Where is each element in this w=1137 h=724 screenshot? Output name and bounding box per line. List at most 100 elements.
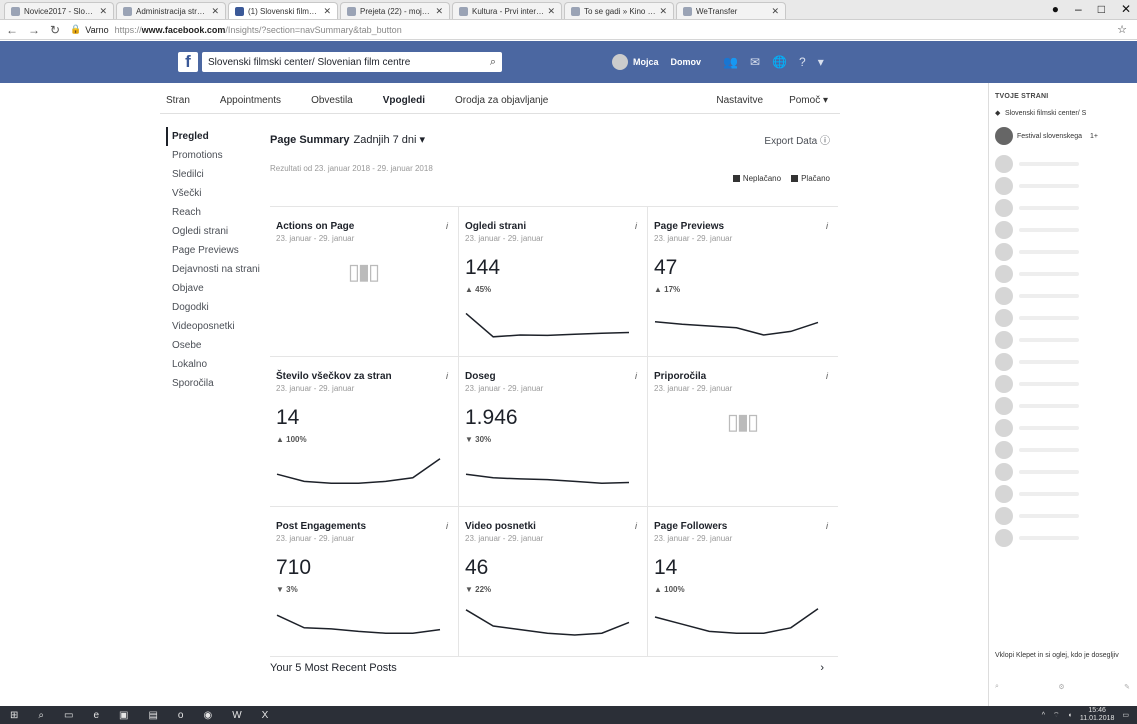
facebook-logo-icon[interactable]: f (178, 52, 198, 72)
chat-friend-item[interactable] (995, 527, 1131, 549)
close-tab-icon[interactable]: ✕ (771, 6, 779, 17)
sidebar-item[interactable]: Osebe (166, 336, 266, 355)
search-input[interactable]: Slovenski filmski center/ Slovenian film… (202, 52, 502, 72)
chrome-icon[interactable]: ◉ (203, 710, 212, 721)
chat-friend-item[interactable] (995, 153, 1131, 175)
maximize-icon[interactable]: □ (1098, 2, 1105, 16)
store-icon[interactable]: ▤ (148, 710, 157, 721)
network-icon[interactable]: ⌔ (1053, 711, 1060, 720)
info-icon[interactable]: i (446, 221, 448, 231)
friends-icon[interactable]: 👥 (723, 55, 738, 69)
page-nav-item-obvestila[interactable]: Obvestila (311, 95, 353, 106)
info-icon[interactable]: i (446, 521, 448, 531)
chat-friend-item[interactable] (995, 461, 1131, 483)
metric-card[interactable]: Priporočila i 23. januar - 29. januar ▯▮▯ (648, 357, 838, 507)
outlook-icon[interactable]: o (178, 710, 184, 721)
dropdown-icon[interactable]: ▾ (818, 55, 824, 69)
help-link[interactable]: Pomoč ▾ (789, 95, 828, 106)
close-tab-icon[interactable]: ✕ (435, 6, 443, 17)
close-tab-icon[interactable]: ✕ (99, 6, 107, 17)
sidebar-item[interactable]: Promotions (166, 146, 266, 165)
sidebar-item[interactable]: Sporočila (166, 374, 266, 393)
search-icon[interactable]: ⌕ (490, 56, 496, 69)
settings-link[interactable]: Nastavitve (716, 95, 763, 106)
sidebar-item[interactable]: Lokalno (166, 355, 266, 374)
export-data-button[interactable]: Export Data ⓘ (764, 132, 830, 147)
notifications-icon[interactable]: ▭ (1122, 711, 1129, 719)
close-tab-icon[interactable]: ✕ (323, 6, 331, 17)
search-icon[interactable]: ⌕ (38, 710, 44, 721)
volume-icon[interactable]: ◖ (1068, 712, 1072, 719)
chat-friend-item[interactable] (995, 307, 1131, 329)
browser-tab[interactable]: Administracija strani | Cj✕ (116, 2, 226, 19)
bookmark-star-icon[interactable]: ☆ (1117, 23, 1127, 36)
browser-tab[interactable]: Kultura - Prvi interakti ✕ (452, 2, 562, 19)
url-field[interactable]: https://www.facebook.com/Insights/?secti… (115, 25, 402, 35)
sidebar-item[interactable]: Ogledi strani (166, 222, 266, 241)
metric-card[interactable]: Post Engagements i 23. januar - 29. januar… (270, 507, 459, 657)
user-menu[interactable]: Mojca Domov (612, 54, 701, 70)
info-icon[interactable]: i (446, 371, 448, 381)
page-nav-item-orodja[interactable]: Orodja za objavljanje (455, 95, 548, 106)
metric-card[interactable]: Video posnetki i 23. januar - 29. januar 46… (459, 507, 648, 657)
close-window-icon[interactable]: ✕ (1121, 2, 1131, 16)
page-nav-item-appointments[interactable]: Appointments (220, 95, 281, 106)
sidebar-item[interactable]: Reach (166, 203, 266, 222)
metric-card[interactable]: Page Followers i 23. januar - 29. januar 14… (648, 507, 838, 657)
browser-tab[interactable]: Prejeta (22) - mojca pla✕ (340, 2, 450, 19)
chat-friend-item[interactable] (995, 241, 1131, 263)
chat-friend-item[interactable] (995, 505, 1131, 527)
chat-friend-item[interactable] (995, 329, 1131, 351)
chat-friend-item[interactable] (995, 417, 1131, 439)
home-link[interactable]: Domov (671, 57, 702, 67)
sidebar-item[interactable]: Videoposnetki (166, 317, 266, 336)
forward-icon[interactable]: → (28, 23, 40, 37)
sidebar-item[interactable]: Všečki (166, 184, 266, 203)
info-icon[interactable]: i (826, 371, 828, 381)
page-nav-item-stran[interactable]: Stran (166, 95, 190, 106)
tray-arrow-icon[interactable]: ^ (1042, 712, 1045, 719)
word-icon[interactable]: W (232, 710, 241, 721)
metric-card[interactable]: Število všečkov za stran i 23. januar - 29… (270, 357, 459, 507)
sidebar-page-item[interactable]: Festival slovenskega 1+ (995, 127, 1131, 145)
chat-friend-item[interactable] (995, 439, 1131, 461)
compose-icon[interactable]: ✎ (1124, 683, 1130, 691)
settings-icon[interactable]: ⚙ (1058, 683, 1064, 691)
chat-friend-item[interactable] (995, 395, 1131, 417)
edge-icon[interactable]: e (93, 710, 99, 721)
sidebar-item[interactable]: Pregled (166, 127, 266, 146)
info-icon[interactable]: i (635, 521, 637, 531)
sidebar-item[interactable]: Dejavnosti na strani (166, 260, 266, 279)
sidebar-item[interactable]: Objave (166, 279, 266, 298)
notifications-icon[interactable]: 🌐 (772, 55, 787, 69)
clock[interactable]: 15:46 11.01.2018 (1080, 707, 1115, 723)
user-name[interactable]: Mojca (633, 57, 659, 67)
help-icon[interactable]: ? (799, 55, 806, 69)
reload-icon[interactable]: ↻ (50, 23, 60, 37)
page-nav-item-vpogledi[interactable]: Vpogledi (383, 95, 425, 106)
task-view-icon[interactable]: ▭ (64, 710, 73, 721)
chat-friend-item[interactable] (995, 351, 1131, 373)
chat-friend-item[interactable] (995, 219, 1131, 241)
sidebar-page-item[interactable]: ◆ Slovenski filmski center/ S (995, 109, 1131, 118)
messages-icon[interactable]: ✉ (750, 55, 760, 69)
info-icon[interactable]: i (635, 221, 637, 231)
back-icon[interactable]: ← (6, 23, 18, 37)
windows-start-icon[interactable]: ⊞ (10, 710, 18, 721)
sidebar-item[interactable]: Dogodki (166, 298, 266, 317)
info-icon[interactable]: i (826, 221, 828, 231)
chevron-right-icon[interactable]: › (820, 662, 824, 674)
browser-tab[interactable]: To se gadi » Kino « Čan✕ (564, 2, 674, 19)
minimize-icon[interactable]: – (1075, 2, 1082, 16)
chat-friend-item[interactable] (995, 373, 1131, 395)
explorer-icon[interactable]: ▣ (119, 710, 128, 721)
info-icon[interactable]: i (635, 371, 637, 381)
period-dropdown[interactable]: Zadnjih 7 dni ▾ (353, 134, 425, 146)
chat-friend-item[interactable] (995, 263, 1131, 285)
info-icon[interactable]: i (826, 521, 828, 531)
profile-icon[interactable]: ● (1052, 2, 1059, 16)
close-tab-icon[interactable]: ✕ (547, 6, 555, 17)
chat-friend-item[interactable] (995, 285, 1131, 307)
chat-friend-item[interactable] (995, 197, 1131, 219)
close-tab-icon[interactable]: ✕ (659, 6, 667, 17)
